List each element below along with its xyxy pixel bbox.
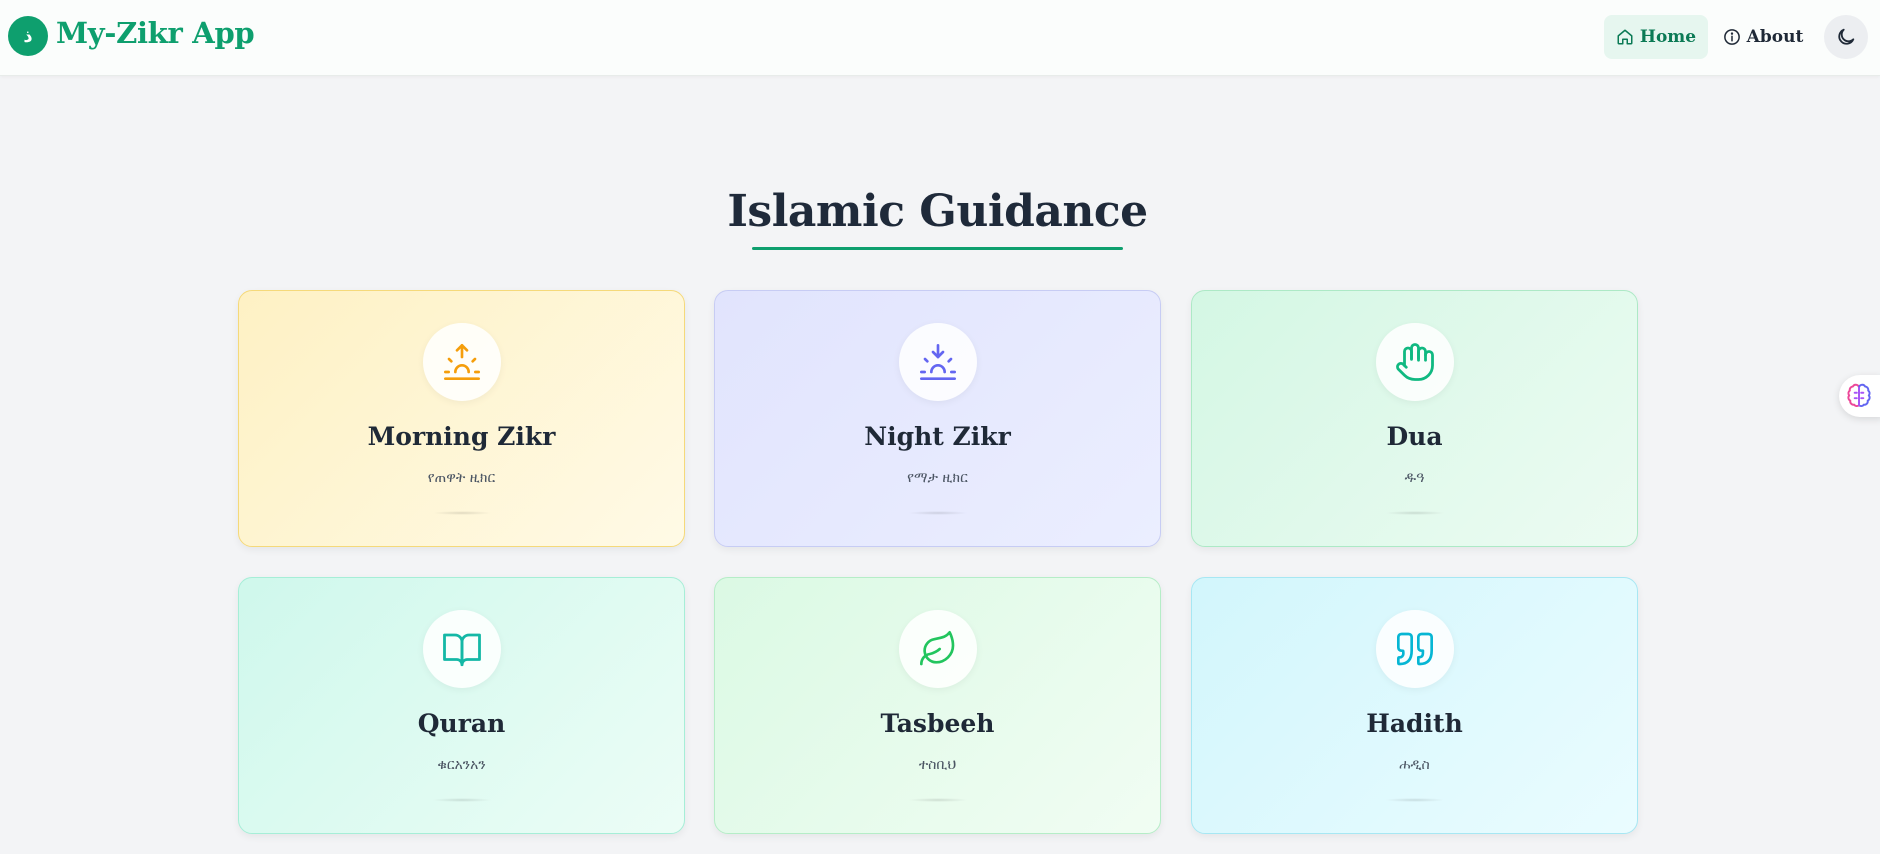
brain-icon <box>1847 383 1871 408</box>
book-open-icon <box>443 633 481 667</box>
card-icon-wrap <box>899 323 977 401</box>
sunset-icon <box>920 344 956 380</box>
nav-home-label: Home <box>1639 27 1697 47</box>
floating-assistant-button[interactable] <box>1839 375 1880 417</box>
card-quran[interactable]: Quran ቁርአንአን <box>238 577 685 834</box>
app-logo[interactable]: ذ <box>8 16 48 56</box>
card-icon-wrap <box>423 323 501 401</box>
moon-icon <box>1838 28 1855 45</box>
card-divider <box>1385 511 1445 515</box>
theme-toggle-button[interactable] <box>1824 15 1868 59</box>
quote-icon <box>1397 632 1433 666</box>
card-icon-wrap <box>899 610 977 688</box>
card-subtitle: የማታ ዚክር <box>907 470 968 486</box>
card-subtitle: ቁርአንአን <box>437 757 486 773</box>
nav-about-label: About <box>1746 27 1804 47</box>
card-icon-wrap <box>1376 323 1454 401</box>
card-divider <box>432 511 492 515</box>
card-night-zikr[interactable]: Night Zikr የማታ ዚክር <box>714 290 1161 547</box>
title-underline <box>752 247 1123 250</box>
card-subtitle: የጠዋት ዚክር <box>427 470 496 486</box>
card-hadith[interactable]: Hadith ሐዲስ <box>1191 577 1638 834</box>
card-divider <box>908 798 968 802</box>
card-divider <box>1385 798 1445 802</box>
card-title: Hadith <box>1366 709 1463 738</box>
card-divider <box>908 511 968 515</box>
card-tasbeeh[interactable]: Tasbeeh ተስቢህ <box>714 577 1161 834</box>
card-title: Tasbeeh <box>880 709 995 738</box>
card-subtitle: ዱዓ <box>1404 470 1425 486</box>
card-title: Dua <box>1386 422 1443 451</box>
nav-home-link[interactable]: Home <box>1604 15 1708 59</box>
card-icon-wrap <box>423 610 501 688</box>
page-title: Islamic Guidance <box>727 186 1148 237</box>
sunrise-icon <box>444 344 480 380</box>
card-title: Morning Zikr <box>367 422 556 451</box>
top-navbar: ذ My-Zikr App Home About <box>0 0 1880 76</box>
card-morning-zikr[interactable]: Morning Zikr የጠዋት ዚክር <box>238 290 685 547</box>
card-subtitle: ሐዲስ <box>1399 757 1430 773</box>
card-dua[interactable]: Dua ዱዓ <box>1191 290 1638 547</box>
card-subtitle: ተስቢህ <box>918 757 957 773</box>
card-divider <box>432 798 492 802</box>
card-title: Quran <box>417 709 506 738</box>
leaf-icon <box>920 631 955 666</box>
nav-about-link[interactable]: About <box>1718 15 1808 59</box>
hand-icon <box>1396 343 1434 381</box>
card-icon-wrap <box>1376 610 1454 688</box>
home-icon <box>1617 29 1633 45</box>
info-icon <box>1723 29 1740 45</box>
app-title[interactable]: My-Zikr App <box>56 16 255 50</box>
card-title: Night Zikr <box>864 422 1011 451</box>
